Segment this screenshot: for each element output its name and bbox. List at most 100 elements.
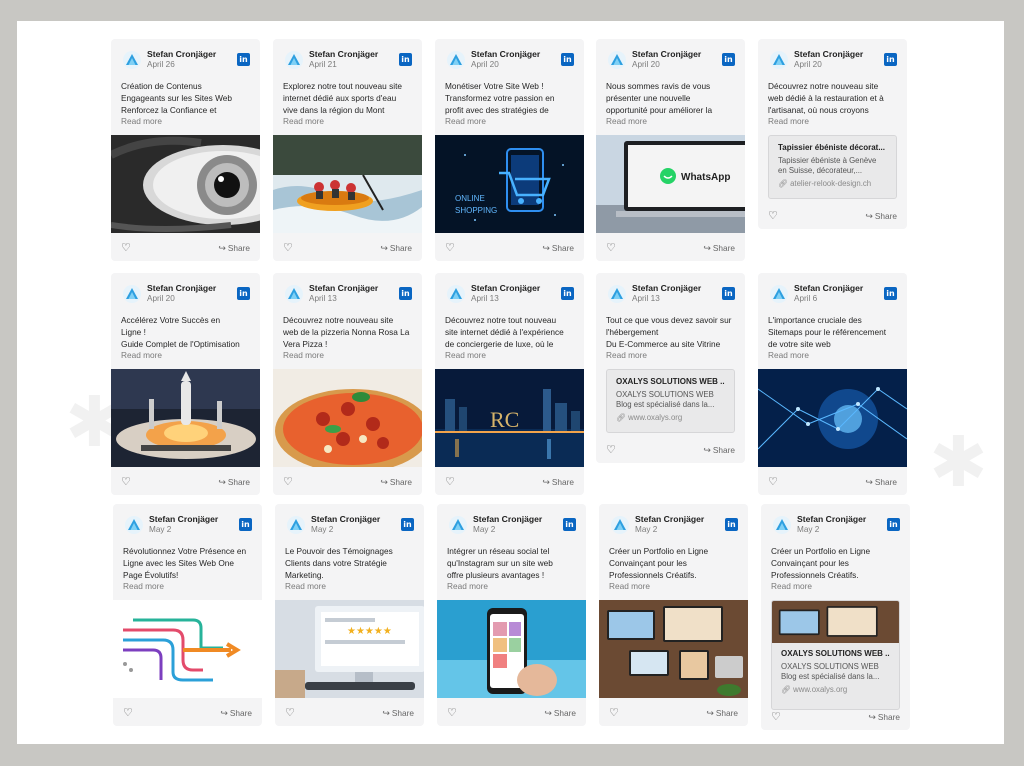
author-name[interactable]: Stefan Cronjäger bbox=[309, 283, 378, 293]
read-more-link[interactable]: Read more bbox=[121, 116, 162, 126]
heart-icon[interactable]: ♡ bbox=[283, 475, 293, 489]
read-more-link[interactable]: Read more bbox=[283, 116, 324, 126]
linkedin-icon[interactable]: in bbox=[237, 53, 250, 66]
heart-icon[interactable]: ♡ bbox=[121, 241, 131, 255]
read-more-link[interactable]: Read more bbox=[609, 581, 650, 591]
author-name[interactable]: Stefan Cronjäger bbox=[794, 283, 863, 293]
share-button[interactable]: ↪ Share bbox=[706, 706, 738, 721]
share-button[interactable]: ↪ Share bbox=[865, 209, 897, 224]
post-card[interactable]: Stefan Cronjäger April 20 in Accélérez V… bbox=[111, 273, 260, 495]
share-button[interactable]: ↪ Share bbox=[865, 475, 897, 490]
post-image[interactable] bbox=[111, 369, 260, 467]
heart-icon[interactable]: ♡ bbox=[447, 706, 457, 720]
author-name[interactable]: Stefan Cronjäger bbox=[632, 283, 701, 293]
heart-icon[interactable]: ♡ bbox=[445, 241, 455, 255]
link-preview[interactable]: OXALYS SOLUTIONS WEB ... OXALYS SOLUTION… bbox=[771, 600, 900, 710]
author-name[interactable]: Stefan Cronjäger bbox=[147, 49, 216, 59]
linkedin-icon[interactable]: in bbox=[401, 518, 414, 531]
link-preview[interactable]: Tapissier ébéniste décorat... Tapissier … bbox=[768, 135, 897, 199]
post-image[interactable] bbox=[113, 600, 262, 698]
heart-icon[interactable]: ♡ bbox=[768, 209, 778, 223]
share-button[interactable]: ↪ Share bbox=[380, 241, 412, 256]
share-button[interactable]: ↪ Share bbox=[544, 706, 576, 721]
post-card[interactable]: Stefan Cronjäger April 13 in Découvrez n… bbox=[273, 273, 422, 495]
read-more-link[interactable]: Read more bbox=[123, 581, 164, 591]
share-button[interactable]: ↪ Share bbox=[220, 706, 252, 721]
share-button[interactable]: ↪ Share bbox=[542, 475, 574, 490]
post-image[interactable]: ★★★★★ bbox=[275, 600, 424, 698]
post-image[interactable]: ONLINE SHOPPING bbox=[435, 135, 584, 233]
author-name[interactable]: Stefan Cronjäger bbox=[149, 514, 218, 524]
share-button[interactable]: ↪ Share bbox=[380, 475, 412, 490]
linkedin-icon[interactable]: in bbox=[887, 518, 900, 531]
read-more-link[interactable]: Read more bbox=[285, 581, 326, 591]
linkedin-icon[interactable]: in bbox=[399, 53, 412, 66]
heart-icon[interactable]: ♡ bbox=[285, 706, 295, 720]
linkedin-icon[interactable]: in bbox=[239, 518, 252, 531]
link-preview[interactable]: OXALYS SOLUTIONS WEB ... OXALYS SOLUTION… bbox=[606, 369, 735, 433]
post-image[interactable] bbox=[111, 135, 260, 233]
linkedin-icon[interactable]: in bbox=[563, 518, 576, 531]
post-card[interactable]: Stefan Cronjäger April 6 in L'importance… bbox=[758, 273, 907, 495]
read-more-link[interactable]: Read more bbox=[445, 116, 486, 126]
post-image[interactable] bbox=[758, 369, 907, 467]
post-card[interactable]: Stefan Cronjäger April 13 in Découvrez n… bbox=[435, 273, 584, 495]
post-image[interactable] bbox=[273, 135, 422, 233]
read-more-link[interactable]: Read more bbox=[768, 350, 809, 360]
post-card[interactable]: Stefan Cronjäger May 2 in Le Pouvoir des… bbox=[275, 504, 424, 726]
linkedin-icon[interactable]: in bbox=[561, 287, 574, 300]
linkedin-icon[interactable]: in bbox=[237, 287, 250, 300]
share-button[interactable]: ↪ Share bbox=[218, 475, 250, 490]
heart-icon[interactable]: ♡ bbox=[771, 710, 781, 724]
post-image[interactable] bbox=[437, 600, 586, 698]
share-button[interactable]: ↪ Share bbox=[703, 443, 735, 458]
heart-icon[interactable]: ♡ bbox=[606, 241, 616, 255]
post-card[interactable]: Stefan Cronjäger April 26 in Création de… bbox=[111, 39, 260, 261]
share-button[interactable]: ↪ Share bbox=[703, 241, 735, 256]
post-image[interactable] bbox=[599, 600, 748, 698]
heart-icon[interactable]: ♡ bbox=[123, 706, 133, 720]
read-more-link[interactable]: Read more bbox=[768, 116, 809, 126]
post-card[interactable]: Stefan Cronjäger April 20 in Découvrez n… bbox=[758, 39, 907, 229]
author-name[interactable]: Stefan Cronjäger bbox=[147, 283, 216, 293]
share-button[interactable]: ↪ Share bbox=[218, 241, 250, 256]
post-card[interactable]: Stefan Cronjäger May 2 in Révolutionnez … bbox=[113, 504, 262, 726]
read-more-link[interactable]: Read more bbox=[121, 350, 162, 360]
post-card[interactable]: Stefan Cronjäger April 13 in Tout ce que… bbox=[596, 273, 745, 463]
author-name[interactable]: Stefan Cronjäger bbox=[309, 49, 378, 59]
linkedin-icon[interactable]: in bbox=[722, 53, 735, 66]
read-more-link[interactable]: Read more bbox=[283, 350, 324, 360]
share-button[interactable]: ↪ Share bbox=[382, 706, 414, 721]
linkedin-icon[interactable]: in bbox=[722, 287, 735, 300]
linkedin-icon[interactable]: in bbox=[399, 287, 412, 300]
post-card[interactable]: Stefan Cronjäger May 2 in Créer un Portf… bbox=[599, 504, 748, 726]
post-card[interactable]: Stefan Cronjäger April 21 in Explorez no… bbox=[273, 39, 422, 261]
linkedin-icon[interactable]: in bbox=[884, 287, 897, 300]
author-name[interactable]: Stefan Cronjäger bbox=[635, 514, 704, 524]
share-button[interactable]: ↪ Share bbox=[542, 241, 574, 256]
heart-icon[interactable]: ♡ bbox=[445, 475, 455, 489]
post-card[interactable]: Stefan Cronjäger April 20 in Nous sommes… bbox=[596, 39, 745, 261]
post-image[interactable]: RC bbox=[435, 369, 584, 467]
heart-icon[interactable]: ♡ bbox=[609, 706, 619, 720]
heart-icon[interactable]: ♡ bbox=[768, 475, 778, 489]
read-more-link[interactable]: Read more bbox=[447, 581, 488, 591]
linkedin-icon[interactable]: in bbox=[561, 53, 574, 66]
post-card[interactable]: Stefan Cronjäger May 2 in Intégrer un ré… bbox=[437, 504, 586, 726]
linkedin-icon[interactable]: in bbox=[725, 518, 738, 531]
author-name[interactable]: Stefan Cronjäger bbox=[794, 49, 863, 59]
author-name[interactable]: Stefan Cronjäger bbox=[797, 514, 866, 524]
post-image[interactable]: WhatsApp bbox=[596, 135, 745, 233]
read-more-link[interactable]: Read more bbox=[606, 350, 647, 360]
heart-icon[interactable]: ♡ bbox=[283, 241, 293, 255]
author-name[interactable]: Stefan Cronjäger bbox=[311, 514, 380, 524]
read-more-link[interactable]: Read more bbox=[771, 581, 812, 591]
heart-icon[interactable]: ♡ bbox=[606, 443, 616, 457]
author-name[interactable]: Stefan Cronjäger bbox=[632, 49, 701, 59]
author-name[interactable]: Stefan Cronjäger bbox=[473, 514, 542, 524]
post-card[interactable]: Stefan Cronjäger May 2 in Créer un Portf… bbox=[761, 504, 910, 730]
linkedin-icon[interactable]: in bbox=[884, 53, 897, 66]
author-name[interactable]: Stefan Cronjäger bbox=[471, 49, 540, 59]
post-image[interactable] bbox=[273, 369, 422, 467]
read-more-link[interactable]: Read more bbox=[606, 116, 647, 126]
